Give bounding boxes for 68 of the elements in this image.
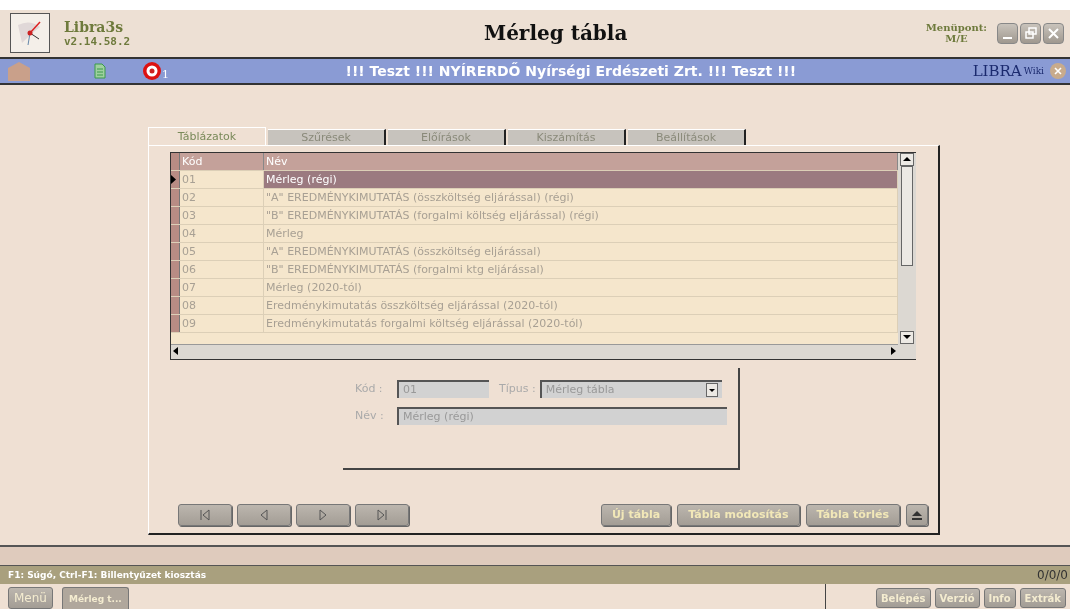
close-button[interactable] (1043, 22, 1064, 44)
field-label: Típus : (499, 382, 536, 396)
target-icon[interactable] (142, 60, 162, 81)
tab[interactable]: Szűrések (268, 128, 386, 145)
record-counter: 0/0/0 (1037, 568, 1068, 583)
first-record-button[interactable] (178, 503, 232, 526)
window-title: Mérleg tábla (484, 21, 629, 46)
wiki-logo[interactable]: LIBRA (972, 61, 1022, 80)
scroll-left-icon[interactable] (171, 344, 181, 357)
close-icon (1054, 66, 1062, 75)
tab[interactable]: Kiszámítás (508, 128, 626, 145)
taskbar-button[interactable]: Extrák (1019, 588, 1066, 608)
table-cell[interactable]: 08 (180, 296, 264, 314)
banner-text: !!! Teszt !!! NYÍRERDŐ Nyírségi Erdészeti Zrt. !!! Teszt !!! (344, 62, 798, 79)
tab[interactable]: Előírások (388, 128, 506, 145)
next-record-button[interactable] (296, 503, 350, 526)
count-label: 1 (162, 67, 169, 81)
menu-point-label: Menüpont: (925, 22, 987, 34)
app-name: Libra3s (64, 18, 125, 35)
last-record-button[interactable] (355, 503, 409, 526)
restore-button[interactable] (1020, 22, 1041, 44)
scroll-down-button[interactable] (900, 330, 914, 344)
column-header: Név (264, 152, 898, 170)
table-cell[interactable]: 09 (180, 314, 264, 332)
column-header: Kód (180, 152, 264, 170)
action-button[interactable]: Tábla törlés (805, 503, 900, 526)
row-pointer-icon (171, 174, 176, 184)
tab[interactable]: Beállítások (628, 128, 746, 145)
horizontal-scrollbar[interactable] (171, 343, 898, 359)
app-version: v2.14.58.2 (64, 34, 132, 48)
scroll-up-button[interactable] (900, 152, 914, 166)
document-icon[interactable] (94, 62, 106, 79)
table-cell[interactable]: 04 (180, 224, 264, 242)
table-cell[interactable]: 06 (180, 260, 264, 278)
wiki-label: Wiki (1023, 65, 1044, 76)
restore-icon (1024, 27, 1037, 40)
tab[interactable]: Táblázatok (148, 126, 266, 145)
taskbar-button[interactable]: Info (983, 588, 1016, 608)
up-arrow-icon (903, 156, 911, 163)
row-indicator (171, 152, 180, 170)
taskbar-button[interactable]: Belépés (876, 588, 931, 608)
eject-button[interactable] (906, 503, 928, 526)
eject-icon (911, 508, 923, 521)
scrollbar-thumb[interactable] (901, 165, 913, 266)
table-cell[interactable]: 03 (180, 206, 264, 224)
minimize-button[interactable] (997, 22, 1018, 44)
clock-icon (10, 13, 50, 54)
vertical-scrollbar[interactable] (898, 152, 916, 359)
menu-button[interactable]: Menü (8, 587, 53, 609)
down-arrow-icon (903, 334, 911, 341)
action-button[interactable]: Tábla módosítás (677, 503, 800, 526)
menu-point-code: M/E (945, 33, 968, 45)
field-label: Név : (355, 409, 385, 423)
task-tab[interactable]: Mérleg t... (61, 587, 129, 609)
table-cell[interactable]: 07 (180, 278, 264, 296)
prev-record-button[interactable] (237, 503, 291, 526)
taskbar-button[interactable]: Verzió (934, 588, 980, 608)
action-button[interactable]: Új tábla (600, 503, 672, 526)
close-icon (1048, 27, 1059, 39)
help-hint: F1: Súgó, Ctrl-F1: Billentyűzet kiosztás (8, 570, 207, 581)
table-cell[interactable]: 02 (180, 188, 264, 206)
row-indicator[interactable] (171, 170, 180, 188)
close-button[interactable] (1050, 62, 1066, 79)
skip-last-icon (375, 507, 389, 522)
minimize-icon (1003, 36, 1012, 39)
skip-first-icon (198, 507, 212, 522)
table-cell[interactable]: 05 (180, 242, 264, 260)
field-label: Kód : (355, 382, 384, 396)
